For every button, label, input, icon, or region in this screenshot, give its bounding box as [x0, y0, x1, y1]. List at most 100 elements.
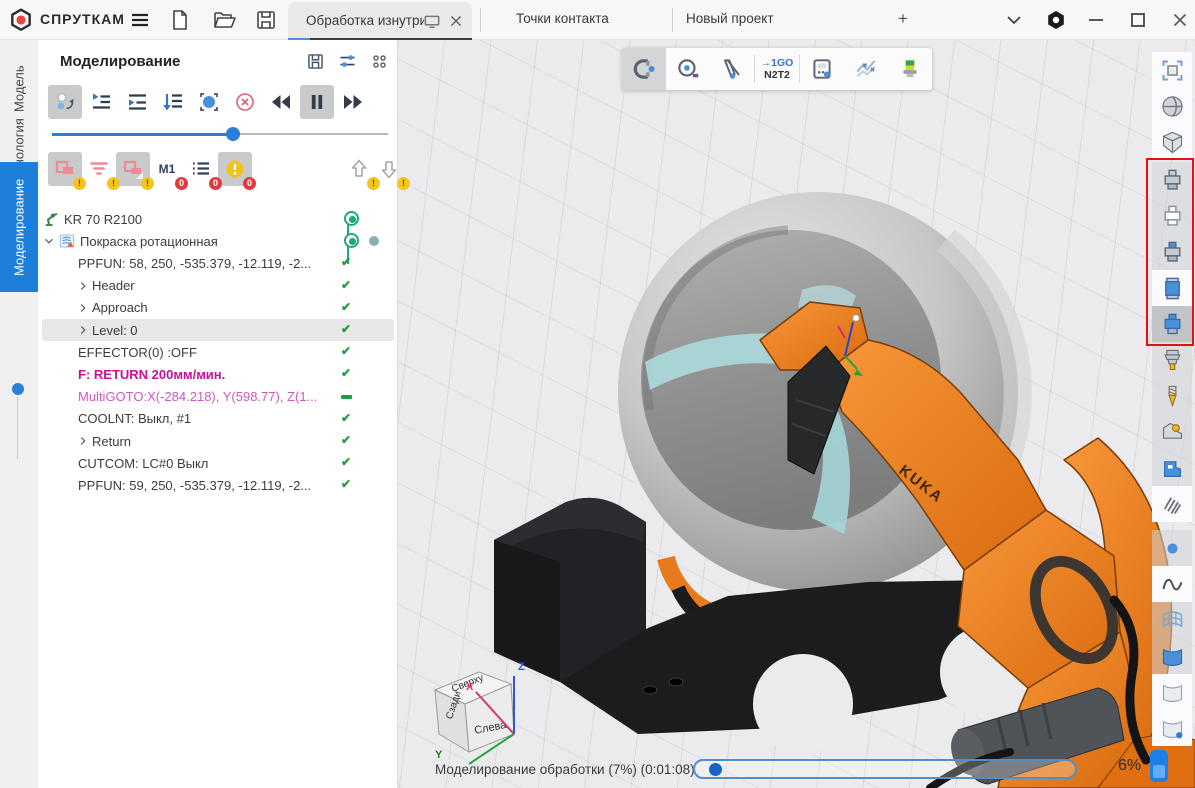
calculator-button[interactable]	[800, 48, 844, 90]
machine-head-button[interactable]	[1152, 414, 1192, 450]
tree-row[interactable]: COOLNT: Выкл, #1✔	[42, 408, 394, 430]
view-box-button[interactable]	[1152, 124, 1192, 160]
measure-tape-button[interactable]	[666, 48, 710, 90]
chevron-right-icon[interactable]	[76, 323, 90, 337]
yellow-badge: !	[107, 177, 120, 190]
track-node-icon[interactable]	[344, 211, 359, 226]
robot-icon	[42, 210, 60, 228]
minimize-button[interactable]	[1084, 8, 1108, 32]
save-file-icon[interactable]	[254, 8, 278, 32]
new-tab-button[interactable]: +	[898, 9, 908, 29]
tree-row[interactable]: PPFUN: 58, 250, -535.379, -12.119, -2...…	[42, 252, 394, 274]
operation-icon	[58, 232, 76, 250]
run-to-cursor-button[interactable]	[192, 85, 226, 119]
chevron-right-icon[interactable]	[76, 434, 90, 448]
strip-dot[interactable]	[12, 383, 24, 395]
point-button[interactable]	[1152, 530, 1192, 566]
chevron-right-icon[interactable]	[76, 279, 90, 293]
tree-row[interactable]: CUTCOM: LC#0 Выкл✔	[42, 452, 394, 474]
graph-button[interactable]	[844, 48, 888, 90]
tab-separator	[480, 8, 481, 32]
stop-button[interactable]	[228, 85, 262, 119]
open-file-icon[interactable]	[212, 8, 236, 32]
warnings-button[interactable]: 0	[218, 152, 252, 186]
new-file-icon[interactable]	[168, 8, 192, 32]
surface-blue-button[interactable]	[1152, 638, 1192, 674]
go-codes-line2: N2T2	[764, 69, 790, 81]
collision-report-button[interactable]: !	[116, 152, 150, 186]
m1-text-button[interactable]: M10	[150, 152, 184, 186]
save-icon[interactable]	[305, 51, 326, 72]
tab-project-3[interactable]: Новый проект	[686, 11, 774, 26]
tree-row[interactable]: PPFUN: 59, 250, -535.379, -12.119, -2...…	[42, 474, 394, 496]
step-list-button[interactable]	[156, 85, 190, 119]
close-button[interactable]	[1168, 8, 1192, 32]
maximize-button[interactable]	[1126, 8, 1150, 32]
side-tab-simulation[interactable]: Моделирование	[0, 162, 38, 292]
zoom-fit-button[interactable]	[1152, 52, 1192, 88]
step-into-button[interactable]	[84, 85, 118, 119]
collision-check-button[interactable]: !	[48, 152, 82, 186]
dash-status-icon	[341, 395, 352, 399]
signal-filter-button[interactable]: !	[82, 152, 116, 186]
chevron-right-icon[interactable]	[76, 301, 90, 315]
slider-fill	[52, 133, 233, 136]
tabs-dropdown-icon[interactable]	[1002, 8, 1026, 32]
tab-separator	[672, 8, 673, 32]
sim-mode-button[interactable]	[48, 85, 82, 119]
viewport-toolbar: →1GON2T2	[622, 48, 932, 90]
tab-active-project[interactable]: Обработка изнутри	[288, 2, 472, 40]
tab-underline	[288, 38, 472, 41]
tool-layers-button[interactable]	[888, 48, 932, 90]
step-over-button[interactable]	[120, 85, 154, 119]
side-tab-strip: Модель Технология Моделирование	[0, 40, 38, 788]
device-icon[interactable]	[1150, 750, 1168, 782]
speed-slider[interactable]	[52, 126, 388, 142]
menu-icon[interactable]	[128, 8, 152, 32]
tree-row[interactable]: MultiGOTO:X(-284.218), Y(598.77), Z(1...	[42, 386, 394, 408]
view-sphere-button[interactable]	[1152, 88, 1192, 124]
tree-row[interactable]: EFFECTOR(0) :OFF✔	[42, 341, 394, 363]
view-cube[interactable]: Сверху Сзади Слева Z X Y	[413, 652, 533, 767]
tree-row[interactable]: KR 70 R2100	[42, 208, 394, 230]
simulation-progress-bar[interactable]	[693, 759, 1077, 779]
tab-close-icon[interactable]	[446, 11, 466, 31]
rewind-button[interactable]	[264, 85, 298, 119]
chevron-down-icon[interactable]	[42, 234, 56, 248]
caliper-button[interactable]	[710, 48, 754, 90]
track-node-icon[interactable]	[344, 233, 359, 248]
tree-row[interactable]: Level: 0✔	[42, 319, 394, 341]
machine-head-blue-button[interactable]	[1152, 450, 1192, 486]
surface-point-button[interactable]	[1152, 710, 1192, 746]
sim-settings-icon[interactable]	[337, 51, 358, 72]
slider-thumb[interactable]	[226, 127, 240, 141]
surface-light-button[interactable]	[1152, 674, 1192, 710]
tree-row[interactable]: Header✔	[42, 275, 394, 297]
tree-row[interactable]: Return✔	[42, 430, 394, 452]
tree-item-label: PPFUN: 58, 250, -535.379, -12.119, -2...	[78, 256, 311, 271]
prev-warning-button[interactable]: !	[342, 152, 376, 186]
surface-grid-button[interactable]	[1152, 602, 1192, 638]
tree-row[interactable]: Покраска ротационная	[42, 230, 394, 252]
yellow-badge: !	[141, 177, 154, 190]
interp-list-button[interactable]: 0	[184, 152, 218, 186]
progress-knob[interactable]	[709, 763, 722, 776]
tool-drill-button[interactable]	[1152, 378, 1192, 414]
tree-item-label: Header	[92, 278, 135, 293]
tool-holder-button[interactable]	[1152, 342, 1192, 378]
settings-nut-icon[interactable]	[1044, 8, 1068, 32]
tree-item-label: PPFUN: 59, 250, -535.379, -12.119, -2...	[78, 478, 311, 493]
toolpath-hatch-button[interactable]	[1152, 486, 1192, 522]
snap-magnet-button[interactable]	[622, 48, 666, 90]
device-icon-screen	[1153, 765, 1165, 778]
more-grid-icon[interactable]	[369, 51, 390, 72]
viewport[interactable]: KUKA →1GON2T2	[398, 40, 1195, 788]
go-codes-button[interactable]: →1GON2T2	[755, 48, 799, 90]
tree-row[interactable]: Approach✔	[42, 297, 394, 319]
tab-project-2[interactable]: Точки контакта	[516, 11, 609, 26]
check-icon: ✔	[338, 455, 354, 471]
fast-forward-button[interactable]	[336, 85, 370, 119]
tree-row[interactable]: F: RETURN 200мм/мин.✔	[42, 363, 394, 385]
pause-button[interactable]	[300, 85, 334, 119]
curve-button[interactable]	[1152, 566, 1192, 602]
